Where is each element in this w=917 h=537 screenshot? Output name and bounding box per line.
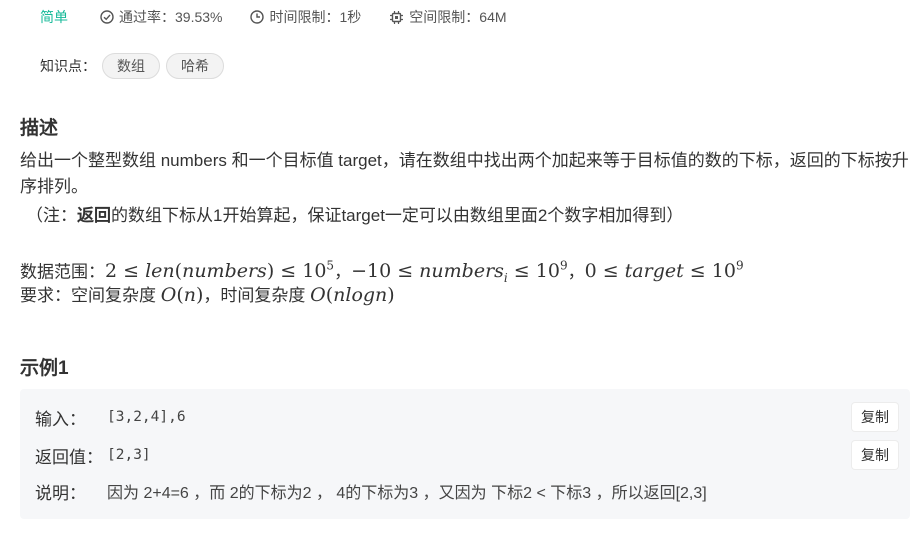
- time-limit: 时间限制：1秒: [250, 7, 361, 27]
- range-formula-2: −10 ≤ numbersi ≤ 109: [351, 259, 568, 286]
- copy-output-button[interactable]: 复制: [852, 441, 898, 469]
- range-formula: 2 ≤ len(numbers) ≤ 105: [105, 259, 335, 283]
- explain-label: 说明：: [35, 483, 86, 503]
- complexity-requirement: 要求：空间复杂度 O(n)，时间复杂度 O(nlogn): [20, 281, 395, 310]
- input-label: 输入：: [35, 409, 86, 429]
- output-label: 返回值：: [35, 447, 103, 467]
- clock-icon: [250, 10, 265, 24]
- space-limit-text: 空间限制：64M: [409, 9, 507, 25]
- memory-chip-icon: [390, 10, 404, 24]
- example-heading: 示例1: [20, 358, 69, 379]
- knowledge-tags-row: 知识点： 数组 哈希: [40, 53, 224, 79]
- example-output-row: 返回值： [2,3]: [35, 440, 151, 470]
- note-bold: 返回: [77, 206, 111, 225]
- input-value: [3,2,4],6: [107, 409, 186, 425]
- tag-hash[interactable]: 哈希: [166, 53, 224, 79]
- copy-input-button[interactable]: 复制: [852, 403, 898, 431]
- requirement-label: 要求：空间复杂度: [20, 286, 161, 305]
- tag-array[interactable]: 数组: [102, 53, 160, 79]
- problem-meta-row: 简单 通过率：39.53% 时间限制：1秒 空间限制：64M: [40, 7, 535, 27]
- pass-rate-text: 通过率：39.53%: [119, 9, 223, 25]
- output-value: [2,3]: [107, 447, 151, 463]
- description-text: 给出一个整型数组 numbers 和一个目标值 target，请在数组中找出两个…: [20, 151, 909, 196]
- explain-text: 因为 2+4=6 ，而 2的下标为2 ， 4的下标为3 ，又因为 下标2 < 下…: [107, 485, 707, 502]
- tags-label: 知识点：: [40, 58, 96, 74]
- note-prefix: （注：: [26, 206, 77, 225]
- range-formula-3: 0 ≤ target ≤ 109: [584, 259, 744, 283]
- difficulty-label: 简单: [40, 9, 68, 25]
- example-box: 输入： [3,2,4],6 复制 返回值： [2,3] 复制 说明： 因为 2+…: [20, 389, 910, 519]
- time-complexity: O(nlogn): [310, 284, 395, 306]
- note-rest: 的数组下标从1开始算起，保证target一定可以由数组里面2个数字相加得到）: [111, 206, 684, 225]
- range-label: 数据范围：: [20, 262, 105, 282]
- time-limit-text: 时间限制：1秒: [269, 9, 362, 25]
- space-complexity: O(n): [160, 284, 204, 306]
- space-limit: 空间限制：64M: [389, 7, 507, 27]
- example-input-row: 输入： [3,2,4],6: [35, 402, 186, 432]
- check-circle-icon: [100, 10, 114, 24]
- example-explain-row: 说明： 因为 2+4=6 ，而 2的下标为2 ， 4的下标为3 ，又因为 下标2…: [35, 476, 707, 506]
- requirement-mid: ，时间复杂度: [203, 286, 311, 305]
- pass-rate: 通过率：39.53%: [100, 7, 222, 27]
- description-heading: 描述: [20, 118, 59, 139]
- description-note: （注：返回的数组下标从1开始算起，保证target一定可以由数组里面2个数字相加…: [26, 203, 683, 229]
